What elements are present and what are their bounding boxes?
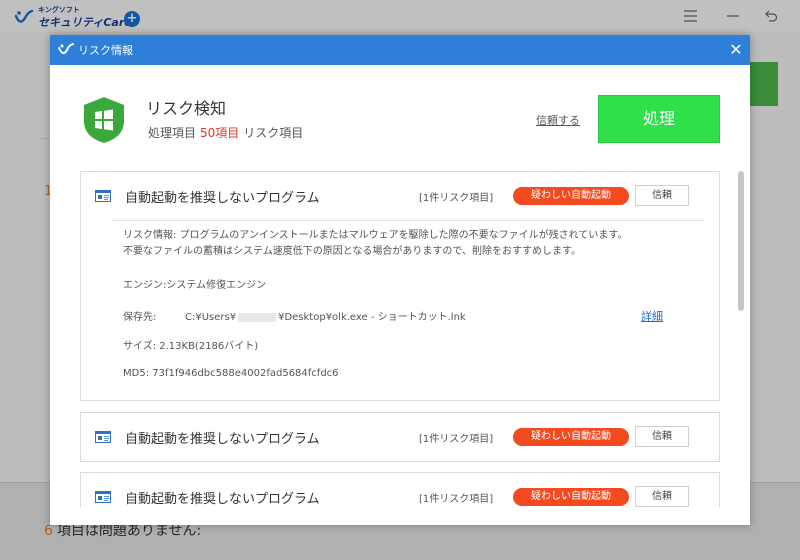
- risk-info-description: プログラムのアンインストールまたはマルウェアを駆除した際の不要なファイルが残され…: [123, 230, 628, 257]
- risk-card: 自動起動を推奨しないプログラム [1件リスク項目] 疑わしい自動起動 信頼: [80, 472, 720, 507]
- risk-card-header[interactable]: 自動起動を推奨しないプログラム [1件リスク項目] 疑わしい自動起動 信頼: [81, 172, 719, 220]
- shield-icon: [84, 97, 124, 143]
- risk-card-count: [1件リスク項目]: [419, 434, 494, 445]
- summary-suffix: リスク項目: [243, 126, 304, 140]
- suspicious-startup-badge: 疑わしい自動起動: [513, 428, 629, 446]
- save-path-label: 保存先:: [123, 312, 157, 323]
- risk-card-count: [1件リスク項目]: [419, 193, 494, 204]
- program-window-icon: [95, 491, 111, 503]
- scrollbar-thumb[interactable]: [738, 171, 744, 311]
- process-button[interactable]: 処理: [598, 95, 720, 143]
- card-divider: [111, 220, 705, 221]
- file-md5: MD5: 73f1f946dbc588e4002fad5684fcfdc6: [123, 368, 339, 379]
- risk-info-text: リスク情報: プログラムのアンインストールまたはマルウェアを駆除した際の不要なフ…: [123, 228, 633, 260]
- risk-card-title: 自動起動を推奨しないプログラム: [125, 432, 320, 447]
- trust-button[interactable]: 信頼: [635, 185, 689, 206]
- save-path-prefix: C:¥Users¥: [185, 312, 237, 323]
- risk-info-label: リスク情報:: [123, 230, 177, 241]
- summary-count: 50項目: [200, 126, 240, 140]
- risk-card-header[interactable]: 自動起動を推奨しないプログラム [1件リスク項目] 疑わしい自動起動 信頼: [81, 473, 719, 507]
- dialog-title: リスク情報: [78, 44, 133, 57]
- file-size: サイズ: 2.13KB(2186バイト): [123, 341, 259, 352]
- risk-heading: リスク検知: [146, 99, 227, 118]
- risk-card-count: [1件リスク項目]: [419, 494, 494, 505]
- engine-info: エンジン:システム修復エンジン: [123, 280, 267, 291]
- save-path-suffix: ¥Desktop¥olk.exe - ショートカット.lnk: [278, 312, 466, 323]
- risk-card: 自動起動を推奨しないプログラム [1件リスク項目] 疑わしい自動起動 信頼: [80, 412, 720, 462]
- risk-card-title: 自動起動を推奨しないプログラム: [125, 492, 320, 507]
- risk-card-title: 自動起動を推奨しないプログラム: [125, 191, 320, 206]
- details-link[interactable]: 詳細: [641, 308, 663, 324]
- redacted-username: [238, 312, 277, 322]
- program-window-icon: [95, 190, 111, 202]
- trust-all-link[interactable]: 信頼する: [536, 112, 580, 128]
- program-window-icon: [95, 431, 111, 443]
- risk-list-scrollbar[interactable]: [736, 171, 744, 507]
- risk-card: 自動起動を推奨しないプログラム [1件リスク項目] 疑わしい自動起動 信頼 リス…: [80, 171, 720, 401]
- risk-summary: 処理項目 50項目 リスク項目: [148, 124, 303, 141]
- summary-prefix: 処理項目: [148, 126, 197, 140]
- risk-info-dialog: リスク情報 ✕ リスク検知 処理項目 50項目 リスク項目 信頼する 処理 自動起動…: [50, 35, 750, 525]
- logo-mark-icon: [58, 43, 74, 54]
- risk-card-header[interactable]: 自動起動を推奨しないプログラム [1件リスク項目] 疑わしい自動起動 信頼: [81, 413, 719, 461]
- suspicious-startup-badge: 疑わしい自動起動: [513, 488, 629, 506]
- dialog-titlebar: リスク情報 ✕: [50, 35, 750, 65]
- risk-list: 自動起動を推奨しないプログラム [1件リスク項目] 疑わしい自動起動 信頼 リス…: [50, 171, 750, 507]
- close-icon[interactable]: ✕: [726, 40, 746, 60]
- trust-button[interactable]: 信頼: [635, 486, 689, 507]
- trust-button[interactable]: 信頼: [635, 426, 689, 447]
- save-path-value: C:¥Users¥ ¥Desktop¥olk.exe - ショートカット.lnk: [185, 308, 466, 323]
- suspicious-startup-badge: 疑わしい自動起動: [513, 187, 629, 205]
